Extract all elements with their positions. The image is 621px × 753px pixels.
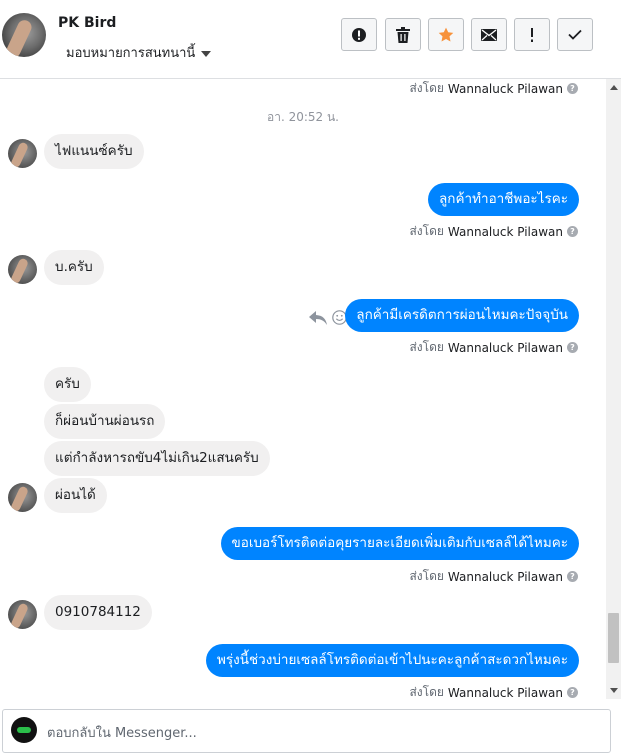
incoming-message-bubble[interactable]: ไฟแนนซ์ครับ <box>44 134 144 169</box>
assign-conversation-dropdown[interactable]: มอบหมายการสนทนานี้ <box>66 42 212 63</box>
page-avatar <box>11 717 37 743</box>
sent-by-line: ส่งโดย Wannaluck Pilawan ? <box>409 683 578 702</box>
scroll-up-arrow-icon[interactable] <box>610 85 618 90</box>
flag-button[interactable] <box>514 18 550 51</box>
star-button[interactable] <box>428 18 464 51</box>
help-icon[interactable]: ? <box>567 342 578 353</box>
sent-by-label: ส่งโดย <box>409 81 444 95</box>
sent-by-label: ส่งโดย <box>409 685 444 699</box>
envelope-icon <box>481 28 497 41</box>
sent-by-line: ส่งโดย Wannaluck Pilawan ? <box>409 79 578 98</box>
outgoing-message-bubble[interactable]: พรุ่งนี้ช่วงบ่ายเซลล์โทรติดต่อเข้าไปนะคะ… <box>206 644 579 677</box>
reply-composer[interactable]: ตอบกลับใน Messenger... <box>2 709 611 753</box>
conversation-header: PK Bird มอบหมายการสนทนานี้ <box>0 0 621 79</box>
help-icon[interactable]: ? <box>567 226 578 237</box>
sent-by-line: ส่งโดย Wannaluck Pilawan ? <box>409 338 578 357</box>
scrollbar[interactable] <box>606 79 621 699</box>
scroll-down-arrow-icon[interactable] <box>610 688 618 693</box>
scrollbar-thumb[interactable] <box>608 613 619 663</box>
incoming-message-bubble[interactable]: แต่กำลังหารถขับ4ไม่เกิน2แสนครับ <box>44 441 270 476</box>
reply-arrow-icon[interactable] <box>309 310 327 329</box>
help-icon[interactable]: ? <box>567 83 578 94</box>
spam-button[interactable] <box>341 18 377 51</box>
help-icon[interactable]: ? <box>567 571 578 582</box>
agent-name[interactable]: Wannaluck Pilawan <box>448 341 563 355</box>
alert-circle-icon <box>351 27 367 43</box>
customer-avatar[interactable] <box>8 139 37 168</box>
customer-avatar[interactable] <box>8 600 37 629</box>
done-button[interactable] <box>557 18 593 51</box>
sent-by-label: ส่งโดย <box>409 224 444 238</box>
incoming-message-bubble[interactable]: ก็ผ่อนบ้านผ่อนรถ <box>44 404 166 439</box>
incoming-message-bubble[interactable]: ครับ <box>44 367 91 402</box>
exclamation-icon <box>530 27 534 42</box>
agent-name[interactable]: Wannaluck Pilawan <box>448 686 563 700</box>
agent-name[interactable]: Wannaluck Pilawan <box>448 225 563 239</box>
agent-name[interactable]: Wannaluck Pilawan <box>448 570 563 584</box>
assign-label: มอบหมายการสนทนานี้ <box>66 46 196 61</box>
customer-avatar[interactable] <box>8 483 37 512</box>
sent-by-label: ส่งโดย <box>409 569 444 583</box>
contact-name[interactable]: PK Bird <box>58 15 116 31</box>
delete-button[interactable] <box>385 18 421 51</box>
outgoing-message-bubble[interactable]: ลูกค้ามีเครดิตการผ่อนไหมคะปัจจุบัน <box>345 299 579 332</box>
incoming-message-bubble[interactable]: บ.ครับ <box>44 250 104 285</box>
sent-by-line: ส่งโดย Wannaluck Pilawan ? <box>409 222 578 241</box>
agent-name[interactable]: Wannaluck Pilawan <box>448 82 563 96</box>
sent-by-label: ส่งโดย <box>409 340 444 354</box>
outgoing-message-bubble[interactable]: ขอเบอร์โทรติดต่อคุยรายละเอียดเพิ่มเติมกั… <box>220 527 579 560</box>
timestamp: อา. 20:52 น. <box>267 110 339 124</box>
message-thread[interactable]: ส่งโดย Wannaluck Pilawan ? อา. 20:52 น. … <box>0 79 621 706</box>
customer-avatar[interactable] <box>8 255 37 284</box>
outgoing-message-bubble[interactable]: ลูกค้าทำอาชีพอะไรคะ <box>428 183 579 216</box>
mark-unread-button[interactable] <box>471 18 507 51</box>
message-actions <box>309 310 347 329</box>
contact-avatar[interactable] <box>2 13 46 57</box>
incoming-message-bubble[interactable]: ผ่อนได้ <box>44 478 107 513</box>
trash-icon <box>396 26 410 43</box>
reply-input[interactable]: ตอบกลับใน Messenger... <box>47 722 197 743</box>
star-icon <box>438 27 454 43</box>
sent-by-line: ส่งโดย Wannaluck Pilawan ? <box>409 567 578 586</box>
incoming-message-bubble[interactable]: 0910784112 <box>44 595 152 630</box>
check-icon <box>568 29 582 40</box>
help-icon[interactable]: ? <box>567 687 578 698</box>
caret-down-icon <box>201 50 212 57</box>
